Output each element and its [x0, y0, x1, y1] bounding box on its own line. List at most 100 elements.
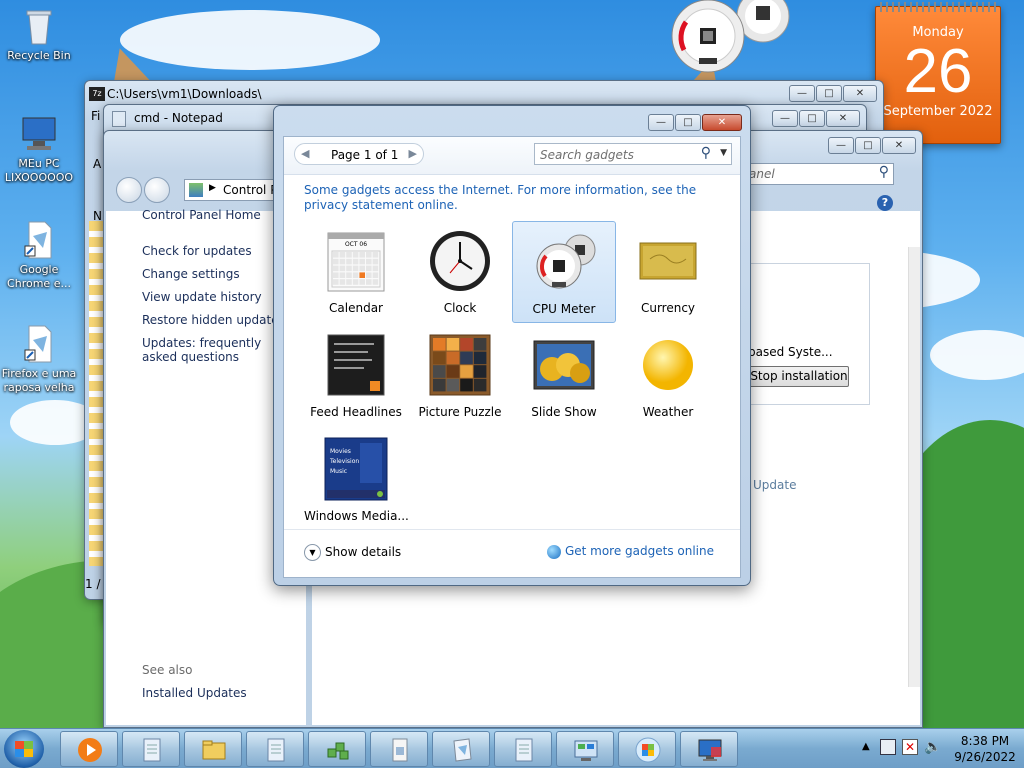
view-update-history-link[interactable]: View update history [142, 290, 262, 304]
taskbar-notepad-2[interactable] [246, 731, 304, 767]
internet-notice-link[interactable]: Some gadgets access the Internet. For mo… [304, 183, 724, 213]
desktop-icon-firefox[interactable]: Firefox e uma raposa velha [0, 324, 78, 395]
minimize-button[interactable]: — [789, 85, 815, 102]
stop-installation-button[interactable]: Stop installation [749, 366, 849, 387]
gadget-gallery-window[interactable]: — □ ✕ ◀ Page 1 of 1 ▶ Search gadgets ⚲ ▼… [273, 105, 751, 586]
minimize-button[interactable]: — [772, 110, 798, 127]
shortcut-file-icon [19, 220, 59, 260]
taskbar-media-player[interactable] [60, 731, 118, 767]
taskbar-file-1[interactable] [370, 731, 428, 767]
shortcut-file-icon [19, 324, 59, 364]
search-input[interactable]: anel ⚲ [744, 163, 894, 185]
gadget-cpu-meter[interactable]: CPU Meter [512, 221, 616, 323]
taskbar-remote-desktop[interactable] [680, 731, 738, 767]
scrollbar[interactable] [908, 247, 920, 687]
network-icon[interactable] [880, 739, 896, 755]
forward-button[interactable] [144, 177, 170, 203]
calendar-cell [346, 258, 352, 265]
cpu-meter-gadget[interactable] [666, 0, 791, 75]
taskbar-seven-zip[interactable] [308, 731, 366, 767]
close-button[interactable]: ✕ [702, 114, 742, 131]
change-settings-link[interactable]: Change settings [142, 267, 240, 281]
updates-faq-link[interactable]: Updates: frequently asked questions [142, 336, 282, 364]
clock[interactable]: 8:38 PM 9/26/2022 [952, 733, 1018, 765]
minimize-button[interactable]: — [648, 114, 674, 131]
taskbar-control-panel[interactable] [556, 731, 614, 767]
check-for-updates-link[interactable]: Check for updates [142, 244, 252, 258]
restore-hidden-updates-link[interactable]: Restore hidden updates [142, 313, 285, 327]
close-button[interactable]: ✕ [843, 85, 877, 102]
search-gadgets-input[interactable]: Search gadgets ⚲ ▼ [534, 143, 732, 165]
puzzle-tile [473, 338, 487, 351]
back-button[interactable] [116, 177, 142, 203]
gallery-footer: ▼ Show details Get more gadgets online [284, 529, 740, 577]
help-icon[interactable]: ? [877, 195, 893, 211]
chevron-down-icon[interactable]: ▼ [720, 148, 727, 158]
taskbar-explorer[interactable] [184, 731, 242, 767]
system-tray: ▲ ✕ 🔈 8:38 PM 9/26/2022 [834, 729, 1024, 768]
taskbar-notepad-1[interactable] [122, 731, 180, 767]
breadcrumb[interactable]: Control P [223, 183, 277, 197]
search-icon[interactable]: ⚲ [701, 145, 711, 161]
calendar-cell [339, 279, 346, 285]
gadget-label: Clock [443, 301, 477, 315]
notepad-icon [263, 737, 289, 763]
nav-buttons [116, 177, 186, 205]
calendar-cell [346, 265, 352, 272]
gadget-slide-show[interactable]: Slide Show [512, 325, 616, 427]
action-center-icon[interactable]: ✕ [902, 739, 918, 755]
taskbar-notepad-3[interactable] [494, 731, 552, 767]
maximize-button[interactable]: □ [675, 114, 701, 131]
folder-icon [201, 737, 227, 763]
maximize-button[interactable]: □ [855, 137, 881, 154]
control-panel-home-link[interactable]: Control Panel Home [142, 208, 261, 222]
maximize-button[interactable]: □ [816, 85, 842, 102]
seven-zip-toolbar-label[interactable]: A [93, 157, 101, 171]
gadget-clock[interactable]: Clock [408, 221, 512, 323]
calendar-cell [339, 272, 346, 278]
next-page-icon[interactable]: ▶ [409, 147, 417, 160]
taskbar-windows-update[interactable] [618, 731, 676, 767]
installed-updates-link[interactable]: Installed Updates [142, 686, 247, 700]
desktop-icon-computer[interactable]: MEu PC LIXOOOOOO [0, 114, 78, 185]
notepad-icon [511, 737, 537, 763]
start-button[interactable] [4, 730, 44, 768]
update-link[interactable]: Update [753, 478, 796, 492]
minimize-button[interactable]: — [828, 137, 854, 154]
maximize-button[interactable]: □ [799, 110, 825, 127]
volume-icon[interactable]: 🔈 [924, 739, 941, 755]
seven-zip-file-list[interactable] [89, 221, 103, 566]
seven-zip-status: 1 / [85, 577, 101, 591]
close-button[interactable]: ✕ [882, 137, 916, 154]
seven-zip-menu-label[interactable]: Fi [91, 109, 100, 123]
get-more-gadgets-link[interactable]: Get more gadgets online [546, 544, 714, 559]
taskbar: ▲ ✕ 🔈 8:38 PM 9/26/2022 [0, 728, 1024, 768]
calendar-cell [359, 252, 365, 258]
calendar-cell [372, 265, 379, 272]
desktop-icon-chrome[interactable]: Google Chrome e... [0, 220, 78, 291]
gadget-calendar[interactable]: OCT 06 Calendar [304, 221, 408, 323]
gadget-feed-headlines[interactable]: Feed Headlines [304, 325, 408, 427]
show-details-button[interactable]: ▼ Show details [304, 544, 401, 561]
calendar-cell [352, 258, 359, 265]
calendar-cell [352, 279, 359, 285]
control-panel-icon [189, 183, 203, 197]
calendar-gadget[interactable]: Monday 26 September 2022 [875, 2, 1001, 144]
gadget-currency[interactable]: Currency [616, 221, 720, 323]
gadget-picture-puzzle[interactable]: Picture Puzzle [408, 325, 512, 427]
puzzle-tile [460, 378, 473, 392]
media-center-icon: Movies Television Music [324, 437, 388, 501]
show-hidden-icons[interactable]: ▲ [862, 741, 870, 752]
taskbar-file-2[interactable] [432, 731, 490, 767]
calendar-cell [352, 252, 359, 258]
gadget-weather[interactable]: Weather [616, 325, 720, 427]
desktop-icon-recycle-bin[interactable]: Recycle Bin [0, 6, 78, 63]
calendar-day: 26 [903, 37, 973, 106]
gadget-windows-media-center[interactable]: Movies Television Music Windows Media... [304, 429, 409, 531]
previous-page-icon[interactable]: ◀ [301, 147, 309, 160]
puzzle-tile [460, 365, 473, 378]
puzzle-icon [428, 333, 492, 397]
close-button[interactable]: ✕ [826, 110, 860, 127]
calendar-cell [366, 272, 372, 278]
gadget-label: Windows Media... [304, 509, 409, 523]
